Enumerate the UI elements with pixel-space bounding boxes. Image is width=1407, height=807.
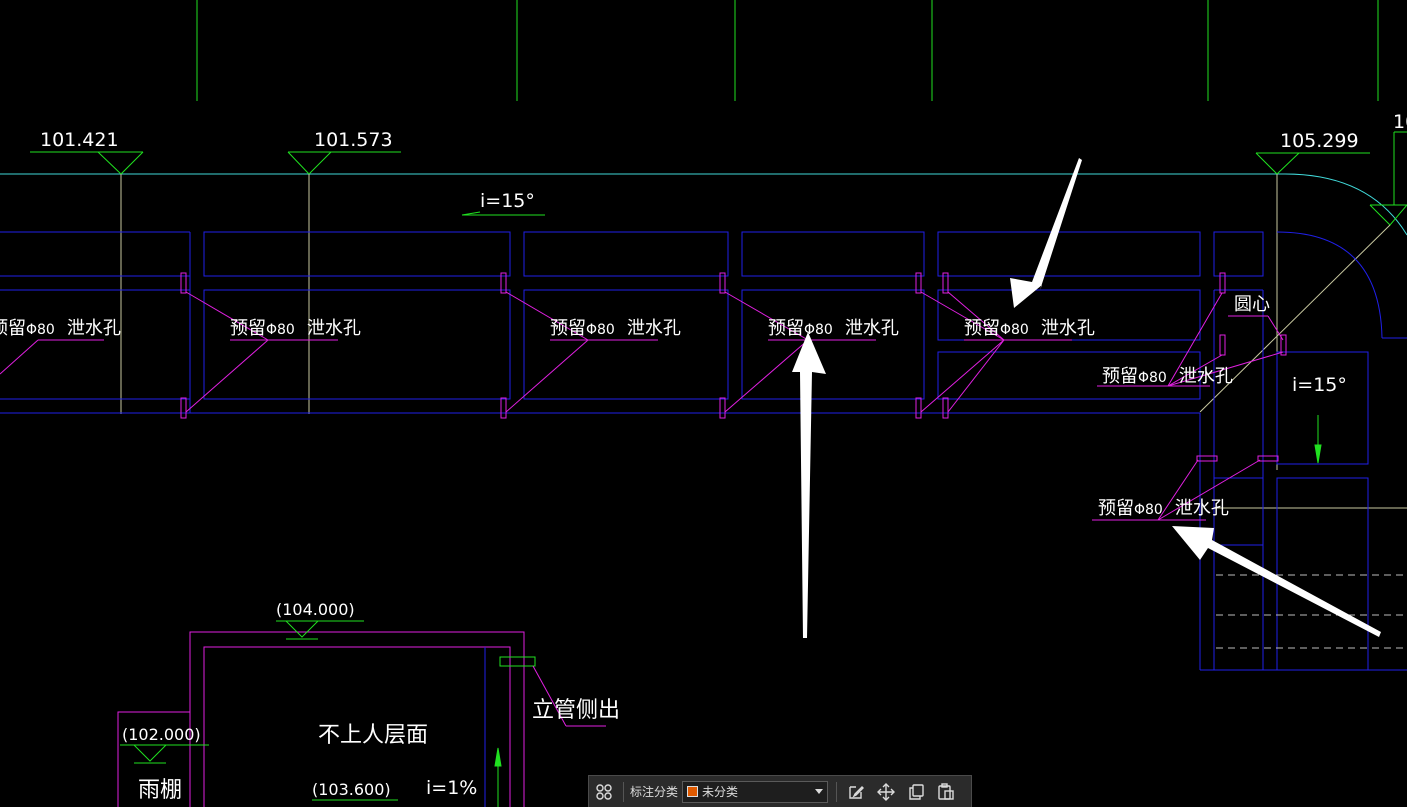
roof-edge xyxy=(0,173,1407,236)
circle-center-label: 圆心 xyxy=(1234,294,1270,315)
elevation-label: (104.000) xyxy=(276,600,355,619)
elevation-label: (102.000) xyxy=(122,725,201,744)
grid-icon[interactable] xyxy=(589,777,619,807)
elevation-label: 101.421 xyxy=(40,129,119,151)
roof-note: 不上人层面 xyxy=(318,723,428,748)
riser-note: 立管侧出 xyxy=(532,698,620,723)
drain-label: 预留Φ80泄水孔 xyxy=(230,318,361,339)
dashed-lines xyxy=(1216,574,1407,649)
canopy-label: 雨棚 xyxy=(138,778,182,803)
edit-icon[interactable] xyxy=(841,777,871,807)
arrow-top-right xyxy=(1010,158,1082,308)
drain-label: 预留Φ80泄水孔 xyxy=(768,318,899,339)
elevation-label: (103.600) xyxy=(312,780,391,799)
building-outlines xyxy=(0,231,1407,671)
category-label: 标注分类 xyxy=(630,785,679,799)
elevation-label: 105.299 xyxy=(1280,130,1359,152)
drain-label: 预留Φ80泄水孔 xyxy=(1102,366,1233,387)
slope-label: i=15° xyxy=(480,190,535,212)
elevation-label: 10 xyxy=(1393,111,1407,133)
elevation-label: 101.573 xyxy=(314,129,393,151)
drain-label: 预留Φ80泄水孔 xyxy=(964,318,1095,339)
drain-label: 预留Φ80泄水孔 xyxy=(0,318,121,339)
copy-icon[interactable] xyxy=(901,777,931,807)
move-icon[interactable] xyxy=(871,777,901,807)
separator xyxy=(836,781,838,802)
paste-icon[interactable] xyxy=(931,777,961,807)
annotation-toolbar: 标注分类 未分类 xyxy=(588,775,972,807)
slope-label: i=15° xyxy=(1292,374,1347,396)
separator xyxy=(623,781,624,802)
elevation-markers xyxy=(30,131,1407,226)
grid-lines xyxy=(196,0,1379,101)
arrow-center xyxy=(792,332,826,638)
cad-drawing-canvas[interactable]: 101.421 101.573 105.299 10 i=15° i=15° 预… xyxy=(0,0,1407,807)
annotation-arrows xyxy=(792,158,1381,638)
category-color-swatch xyxy=(687,786,699,797)
category-select[interactable]: 未分类 xyxy=(682,780,829,803)
slope-arrow-right xyxy=(1314,415,1322,464)
drain-label: 预留Φ80泄水孔 xyxy=(550,318,681,339)
slope-label: i=1% xyxy=(426,777,477,799)
chevron-down-icon xyxy=(815,789,824,794)
drain-holes xyxy=(0,272,1287,521)
category-value: 未分类 xyxy=(702,785,739,799)
drain-label: 预留Φ80泄水孔 xyxy=(1098,498,1229,519)
